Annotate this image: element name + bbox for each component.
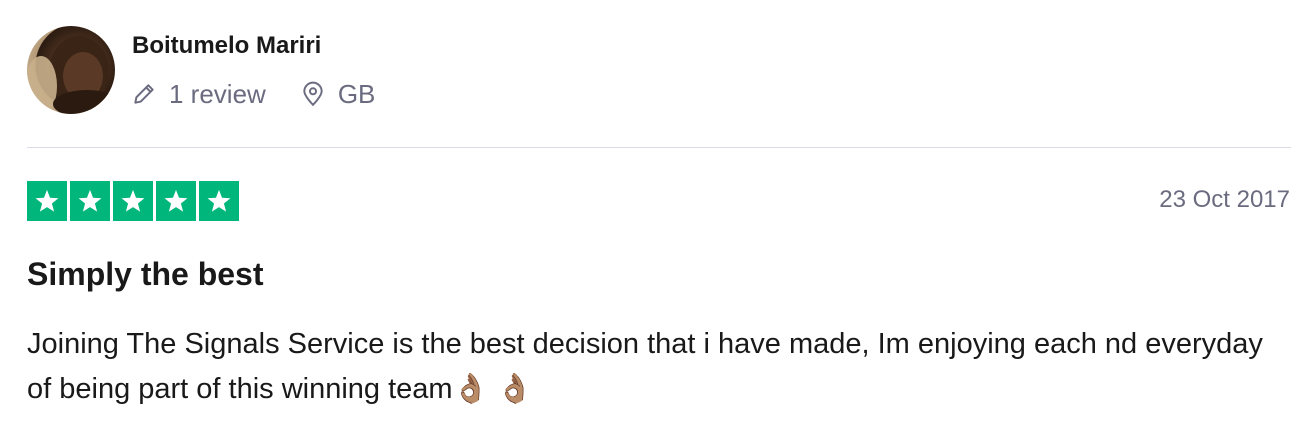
star-icon: [27, 181, 67, 221]
divider: [27, 147, 1291, 148]
star-rating: [27, 181, 239, 221]
reviewer-meta: 1 review GB: [131, 79, 375, 109]
location-pin-icon: [303, 81, 323, 107]
country-label: GB: [337, 78, 376, 109]
reviewer-header: Boitumelo Mariri 1 review GB: [27, 26, 1297, 116]
review-count-label: 1 review: [169, 78, 266, 109]
review-body: Joining The Signals Service is the best …: [27, 328, 1263, 405]
review-date: 23 Oct 2017: [1159, 186, 1290, 213]
pencil-icon: [134, 84, 154, 104]
reviewer-name[interactable]: Boitumelo Mariri: [132, 32, 321, 60]
review-title[interactable]: Simply the best: [27, 256, 264, 293]
reviewer-country: GB: [300, 78, 376, 110]
star-icon: [199, 181, 239, 221]
avatar[interactable]: [27, 26, 115, 114]
star-icon: [113, 181, 153, 221]
star-icon: [156, 181, 196, 221]
star-icon: [70, 181, 110, 221]
review-count: 1 review: [131, 79, 266, 110]
